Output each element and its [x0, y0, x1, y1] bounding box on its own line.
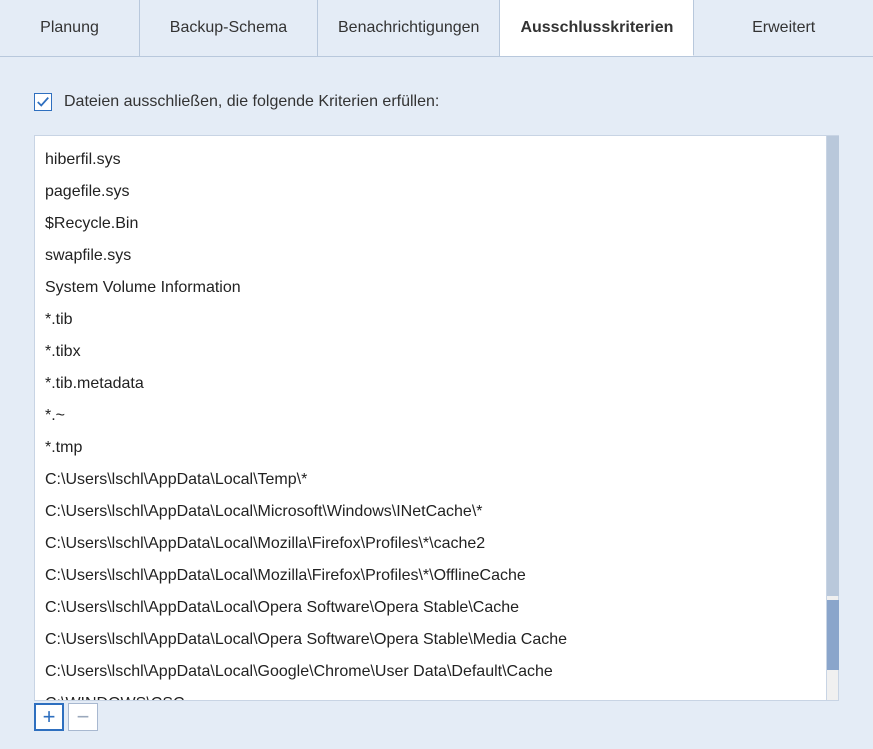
- exclusion-item[interactable]: swapfile.sys: [43, 240, 826, 272]
- exclusion-item[interactable]: C:\Users\lschl\AppData\Local\Temp\*: [43, 464, 826, 496]
- exclusion-item[interactable]: C:\Users\lschl\AppData\Local\Opera Softw…: [43, 592, 826, 624]
- exclude-files-label: Dateien ausschließen, die folgende Krite…: [64, 93, 439, 111]
- exclusion-item[interactable]: System Volume Information: [43, 272, 826, 304]
- exclusion-item[interactable]: pagefile.sys: [43, 176, 826, 208]
- exclude-files-checkbox-row: Dateien ausschließen, die folgende Krite…: [34, 93, 845, 111]
- exclusion-item[interactable]: *.tibx: [43, 336, 826, 368]
- list-buttons: + −: [34, 703, 845, 731]
- exclusion-item[interactable]: C:\Users\lschl\AppData\Local\Mozilla\Fir…: [43, 560, 826, 592]
- exclude-files-checkbox[interactable]: [34, 93, 52, 111]
- exclusion-list[interactable]: hiberfil.syspagefile.sys$Recycle.Binswap…: [34, 135, 827, 701]
- tab-advanced[interactable]: Erweitert: [694, 0, 873, 56]
- tab-content: Dateien ausschließen, die folgende Krite…: [0, 57, 873, 731]
- checkmark-icon: [36, 95, 50, 109]
- exclusion-item[interactable]: C:\Users\lschl\AppData\Local\Mozilla\Fir…: [43, 528, 826, 560]
- tab-bar: Planung Backup-Schema Benachrichtigungen…: [0, 0, 873, 57]
- exclusion-item[interactable]: C:\WINDOWS\CSC: [43, 688, 826, 701]
- add-button[interactable]: +: [34, 703, 64, 731]
- exclusion-item[interactable]: *.~: [43, 400, 826, 432]
- scrollbar-thumb[interactable]: [827, 136, 839, 596]
- exclusion-item[interactable]: $Recycle.Bin: [43, 208, 826, 240]
- tab-planning[interactable]: Planung: [0, 0, 140, 56]
- exclusion-item[interactable]: C:\Users\lschl\AppData\Local\Opera Softw…: [43, 624, 826, 656]
- scrollbar-thumb-active[interactable]: [827, 600, 839, 670]
- tab-backup-schema[interactable]: Backup-Schema: [140, 0, 318, 56]
- exclusion-item[interactable]: *.tib.metadata: [43, 368, 826, 400]
- exclusion-item[interactable]: C:\Users\lschl\AppData\Local\Microsoft\W…: [43, 496, 826, 528]
- exclusion-item[interactable]: *.tmp: [43, 432, 826, 464]
- tab-exclusion-criteria[interactable]: Ausschlusskriterien: [500, 0, 694, 56]
- remove-button[interactable]: −: [68, 703, 98, 731]
- scrollbar[interactable]: [827, 135, 839, 701]
- exclusion-item[interactable]: hiberfil.sys: [43, 144, 826, 176]
- tab-notifications[interactable]: Benachrichtigungen: [318, 0, 500, 56]
- exclusion-item[interactable]: *.tib: [43, 304, 826, 336]
- exclusion-item[interactable]: C:\Users\lschl\AppData\Local\Google\Chro…: [43, 656, 826, 688]
